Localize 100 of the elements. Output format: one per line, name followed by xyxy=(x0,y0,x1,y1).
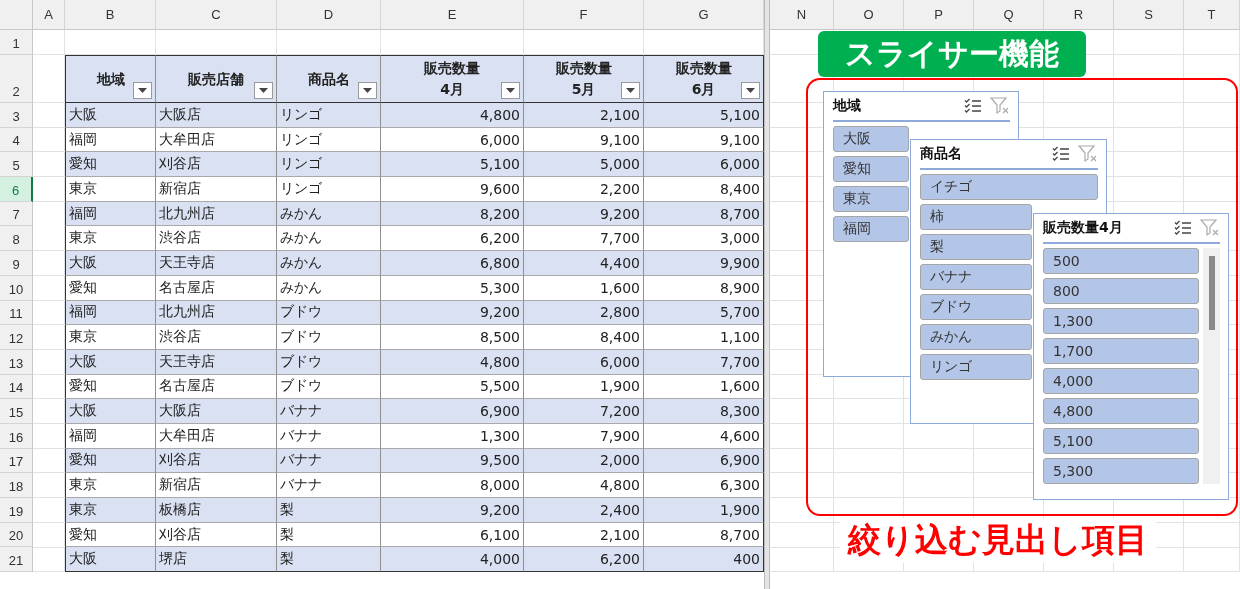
table-cell: ブドウ xyxy=(277,349,381,375)
filter-dropdown-button[interactable] xyxy=(621,82,640,99)
row-number[interactable]: 2 xyxy=(0,55,33,103)
filter-dropdown-button[interactable] xyxy=(741,82,760,99)
table-cell: リンゴ xyxy=(277,177,381,202)
column-header[interactable]: A xyxy=(33,0,65,30)
row-number[interactable]: 13 xyxy=(0,349,33,375)
column-header[interactable]: F xyxy=(524,0,644,30)
row-number[interactable]: 8 xyxy=(0,226,33,252)
row-number[interactable]: 1 xyxy=(0,30,33,55)
table-cell: 名古屋店 xyxy=(156,374,277,400)
row-number[interactable]: 14 xyxy=(0,374,33,400)
slicer-item[interactable]: 柿 xyxy=(920,204,1032,230)
filter-dropdown-button[interactable] xyxy=(501,82,520,99)
table-cell: 大牟田店 xyxy=(156,423,277,449)
slicer-item[interactable]: ブドウ xyxy=(920,294,1032,320)
slicer-item[interactable]: バナナ xyxy=(920,264,1032,290)
column-header[interactable]: Q xyxy=(974,0,1044,30)
slicer-item[interactable]: 5,300 xyxy=(1043,458,1199,484)
row-number[interactable]: 15 xyxy=(0,399,33,424)
row-number[interactable]: 19 xyxy=(0,498,33,523)
table-cell: リンゴ xyxy=(277,152,381,178)
table-cell: 堺店 xyxy=(156,547,277,573)
slicer-item[interactable]: みかん xyxy=(920,324,1032,350)
column-header[interactable]: D xyxy=(277,0,381,30)
table-cell: 6,200 xyxy=(381,226,524,252)
column-header[interactable]: S xyxy=(1114,0,1184,30)
table-cell: 5,700 xyxy=(644,300,764,326)
slicer-item[interactable]: 5,100 xyxy=(1043,428,1199,454)
table-cell: 2,100 xyxy=(524,103,644,128)
table-cell: みかん xyxy=(277,275,381,301)
slicer-item[interactable]: 800 xyxy=(1043,278,1199,304)
caret-icon xyxy=(138,88,147,93)
table-cell: 6,000 xyxy=(644,152,764,178)
row-number[interactable]: 17 xyxy=(0,448,33,474)
scrollbar[interactable] xyxy=(1203,248,1220,484)
table-cell: ブドウ xyxy=(277,300,381,326)
table-cell: 4,800 xyxy=(381,349,524,375)
row-number[interactable]: 9 xyxy=(0,251,33,276)
table-cell: 天王寺店 xyxy=(156,349,277,375)
column-header[interactable]: N xyxy=(770,0,834,30)
table-cell: 愛知 xyxy=(65,275,156,301)
table-cell: 大阪 xyxy=(65,251,156,276)
table-cell: 愛知 xyxy=(65,374,156,400)
slicer-item[interactable]: 1,300 xyxy=(1043,308,1199,334)
row-number[interactable]: 11 xyxy=(0,300,33,326)
filter-dropdown-button[interactable] xyxy=(133,82,152,99)
slicer-item[interactable]: 東京 xyxy=(833,186,909,212)
column-header[interactable]: E xyxy=(381,0,524,30)
filter-dropdown-button[interactable] xyxy=(254,82,273,99)
table-cell: 4,000 xyxy=(381,547,524,573)
table-cell: 9,900 xyxy=(644,251,764,276)
row-number[interactable]: 18 xyxy=(0,473,33,498)
slicer-item[interactable]: 愛知 xyxy=(833,156,909,182)
table-cell: 5,100 xyxy=(381,152,524,178)
column-header[interactable]: R xyxy=(1044,0,1114,30)
table-cell: 1,600 xyxy=(524,275,644,301)
multi-select-icon[interactable] xyxy=(1052,146,1070,162)
row-number[interactable]: 21 xyxy=(0,547,33,573)
table-cell: 大阪 xyxy=(65,399,156,424)
column-header[interactable]: G xyxy=(644,0,764,30)
column-header[interactable]: P xyxy=(904,0,974,30)
table-cell: 大阪 xyxy=(65,349,156,375)
table-cell: 2,400 xyxy=(524,498,644,523)
filter-dropdown-button[interactable] xyxy=(358,82,377,99)
column-header[interactable]: B xyxy=(65,0,156,30)
column-heading: 販売数量 xyxy=(675,60,732,78)
column-subheading: 5月 xyxy=(571,81,596,99)
slicer-title: 販売数量4月 xyxy=(1043,219,1124,237)
column-header[interactable]: C xyxy=(156,0,277,30)
row-number[interactable]: 20 xyxy=(0,522,33,548)
row-number[interactable]: 5 xyxy=(0,152,33,178)
table-cell: 9,200 xyxy=(381,300,524,326)
caret-icon xyxy=(363,88,372,93)
slicer-item[interactable]: 梨 xyxy=(920,234,1032,260)
slicer-item[interactable]: 大阪 xyxy=(833,126,909,152)
column-header[interactable]: O xyxy=(834,0,904,30)
slicer-item[interactable]: 4,800 xyxy=(1043,398,1199,424)
row-number[interactable]: 6 xyxy=(0,177,33,202)
row-number[interactable]: 10 xyxy=(0,275,33,301)
slicer-item[interactable]: イチゴ xyxy=(920,174,1098,200)
table-cell: 1,900 xyxy=(524,374,644,400)
table-cell: 大阪 xyxy=(65,547,156,573)
row-number[interactable]: 12 xyxy=(0,325,33,350)
multi-select-icon[interactable] xyxy=(964,98,982,114)
slicer-item[interactable]: 福岡 xyxy=(833,216,909,242)
table-cell: 6,000 xyxy=(381,127,524,153)
row-number[interactable]: 3 xyxy=(0,103,33,128)
row-number[interactable]: 4 xyxy=(0,127,33,153)
slicer-item[interactable]: 1,700 xyxy=(1043,338,1199,364)
slicer-item[interactable]: 500 xyxy=(1043,248,1199,274)
slicer-item[interactable]: リンゴ xyxy=(920,354,1032,380)
table-cell: みかん xyxy=(277,226,381,252)
row-number[interactable]: 16 xyxy=(0,423,33,449)
table-cell: 刈谷店 xyxy=(156,152,277,178)
table-cell: 8,400 xyxy=(524,325,644,350)
row-number[interactable]: 7 xyxy=(0,201,33,227)
slicer-item[interactable]: 4,000 xyxy=(1043,368,1199,394)
column-header[interactable]: T xyxy=(1184,0,1240,30)
multi-select-icon[interactable] xyxy=(1174,220,1192,236)
